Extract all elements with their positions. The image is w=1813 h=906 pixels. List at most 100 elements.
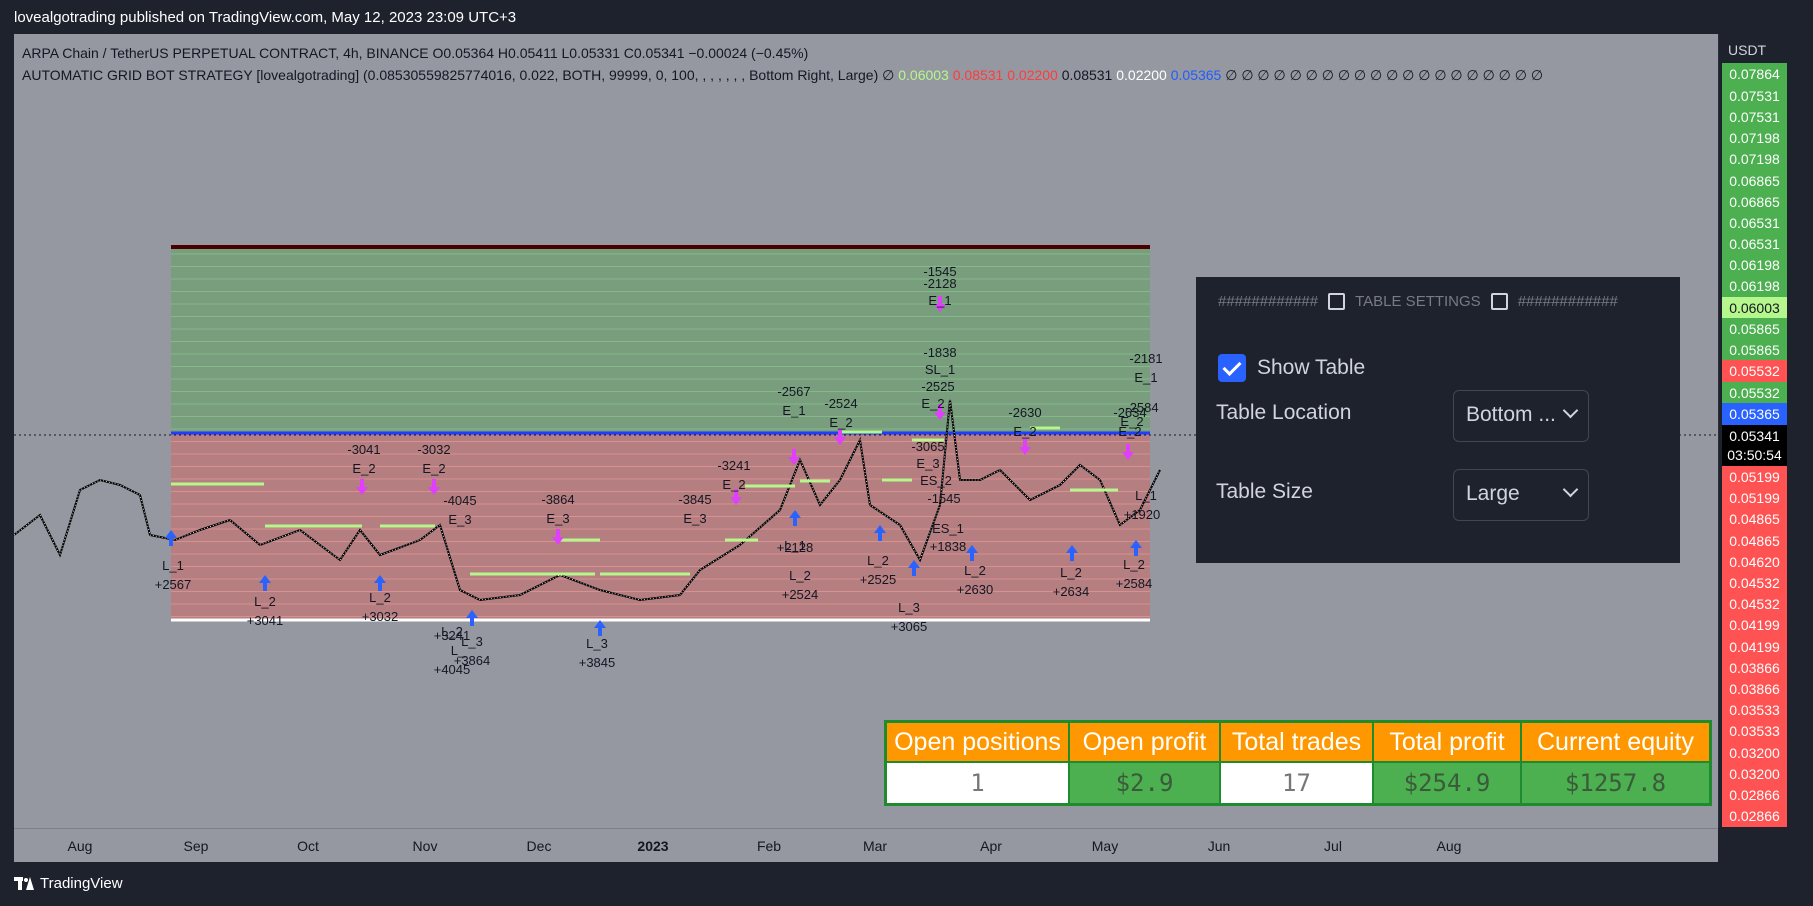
table-size-select[interactable]: Large xyxy=(1453,469,1589,521)
time-axis-label: Mar xyxy=(862,838,888,854)
trade-label: SL_1 xyxy=(925,362,955,377)
trade-label: L_2 xyxy=(789,568,811,583)
trade-label: E_1 xyxy=(928,293,951,308)
price-axis-label: 0.06003 xyxy=(1722,297,1787,319)
price-axis-label: 0.07531 xyxy=(1722,106,1787,128)
price-axis-label: 0.05199 xyxy=(1722,466,1787,488)
price-axis-label: 0.05865 xyxy=(1722,339,1787,361)
trade-label: L_2 xyxy=(867,553,889,568)
trade-label: E_2 xyxy=(829,415,852,430)
price-axis-label: 0.06198 xyxy=(1722,275,1787,297)
trade-label: L_3 xyxy=(898,600,920,615)
table-location-value: Bottom ... xyxy=(1466,403,1556,426)
price-axis-label: 0.07531 xyxy=(1722,85,1787,107)
settings-header-right: ############ xyxy=(1517,293,1618,310)
strategy-legend-text: AUTOMATIC GRID BOT STRATEGY [lovealgotra… xyxy=(22,67,895,83)
legend-value: 0.05365 xyxy=(1170,67,1226,83)
time-axis[interactable]: Aug Sep Oct Nov Dec 2023 Feb Mar Apr May Jun Jul Aug xyxy=(14,828,1718,863)
trade-label: -2181 xyxy=(1129,351,1162,366)
time-axis-label: 2023 xyxy=(637,838,669,854)
legend-value: 0.06003 xyxy=(898,67,953,83)
trade-label: +2525 xyxy=(860,572,897,587)
price-axis-label: 0.04865 xyxy=(1722,508,1787,530)
trade-label: -3864 xyxy=(541,492,574,507)
checkbox-icon[interactable] xyxy=(1490,293,1508,310)
header-current-equity: Current equity xyxy=(1520,720,1712,763)
trade-label: E_2 xyxy=(352,461,375,476)
stats-table: Open positions Open profit Total trades … xyxy=(884,720,1712,806)
price-axis-label: 0.07864 xyxy=(1722,63,1787,85)
time-axis-label: Feb xyxy=(756,838,782,854)
trade-label: -1838 xyxy=(923,345,956,360)
price-axis-label: 0.03533 xyxy=(1722,720,1787,742)
price-axis-label: 0.04620 xyxy=(1722,551,1787,573)
price-axis-label: 0.03866 xyxy=(1722,678,1787,700)
header-open-profit: Open profit xyxy=(1068,720,1221,763)
trade-label: +2584 xyxy=(1116,576,1153,591)
legend-value: 0.08531 xyxy=(1061,67,1117,83)
header-total-trades: Total trades xyxy=(1219,720,1374,763)
price-axis-label: 0.03200 xyxy=(1722,742,1787,764)
buy-arrow-icon xyxy=(594,620,606,636)
trade-label: L_1 xyxy=(162,558,184,573)
time-axis-label: May xyxy=(1091,838,1119,854)
trade-label: +2524 xyxy=(782,587,819,602)
price-axis-label: 0.04199 xyxy=(1722,636,1787,658)
trade-label: E_2 xyxy=(722,477,745,492)
trade-label: E_3 xyxy=(683,511,706,526)
table-location-select[interactable]: Bottom ... xyxy=(1453,390,1589,442)
trade-label: E_2 xyxy=(1013,424,1036,439)
trade-label: +3032 xyxy=(362,609,399,624)
bottom-bar: TradingView xyxy=(0,862,1813,906)
trade-label: +3041 xyxy=(247,613,284,628)
trade-label: L_2 xyxy=(254,594,276,609)
price-axis-label: 0.06198 xyxy=(1722,254,1787,276)
price-axis-label: 0.04865 xyxy=(1722,530,1787,552)
trade-label: -2634 xyxy=(1113,405,1146,420)
trade-label: E_3 xyxy=(916,456,939,471)
show-table-checkbox[interactable] xyxy=(1218,354,1246,382)
price-axis-label: 0.06865 xyxy=(1722,170,1787,192)
trade-label: L_1 xyxy=(1135,488,1157,503)
tradingview-brand: TradingView xyxy=(40,875,123,892)
stats-value-row: 1 $2.9 17 $254.9 $1257.8 xyxy=(884,761,1712,806)
trade-label: -1545 xyxy=(927,491,960,506)
price-axis-label: 0.05532 xyxy=(1722,382,1787,404)
price-axis-label: 0.02866 xyxy=(1722,805,1787,827)
trade-label: ES_2 xyxy=(920,473,952,488)
strategy-legend[interactable]: AUTOMATIC GRID BOT STRATEGY [lovealgotra… xyxy=(22,67,1543,84)
value-total-trades: 17 xyxy=(1219,761,1374,806)
price-axis-label: 0.05532 xyxy=(1722,360,1787,382)
trade-label: E_1 xyxy=(1134,370,1157,385)
trade-label: L_3 xyxy=(586,636,608,651)
tradingview-logo[interactable]: TradingView xyxy=(14,875,123,892)
trade-label: +2630 xyxy=(957,582,994,597)
symbol-legend[interactable]: ARPA Chain / TetherUS PERPETUAL CONTRACT… xyxy=(22,45,808,61)
legend-value: 0.08531 xyxy=(952,67,1008,83)
table-location-label: Table Location xyxy=(1216,401,1352,424)
value-open-profit: $2.9 xyxy=(1068,761,1221,806)
time-axis-label: Oct xyxy=(297,838,319,854)
checkbox-icon[interactable] xyxy=(1328,293,1346,310)
settings-header-left: ############ xyxy=(1218,293,1319,310)
time-axis-label: Nov xyxy=(412,838,438,854)
trade-label: E_3 xyxy=(546,511,569,526)
trade-label: E_2 xyxy=(921,396,944,411)
table-settings-panel: ############ TABLE SETTINGS ############… xyxy=(1196,277,1680,563)
trade-label: -4045 xyxy=(443,493,476,508)
price-axis-label: 0.03533 xyxy=(1722,699,1787,721)
price-axis-label: 0.06865 xyxy=(1722,191,1787,213)
trade-label: E_1 xyxy=(782,403,805,418)
header-total-profit: Total profit xyxy=(1372,720,1522,763)
price-axis-label: 0.06531 xyxy=(1722,212,1787,234)
show-table-label[interactable]: Show Table xyxy=(1257,356,1365,380)
price-axis-label: 0.06531 xyxy=(1722,233,1787,255)
trade-label: -3032 xyxy=(417,442,450,457)
legend-value: 0.02200 xyxy=(1116,67,1171,83)
price-axis-currency[interactable]: USDT xyxy=(1728,42,1766,58)
value-total-profit: $254.9 xyxy=(1372,761,1522,806)
time-axis-label: Apr xyxy=(980,838,1002,854)
price-axis-label: 0.05865 xyxy=(1722,318,1787,340)
trade-label: +2128 xyxy=(777,540,814,555)
header-open-positions: Open positions xyxy=(884,720,1070,763)
